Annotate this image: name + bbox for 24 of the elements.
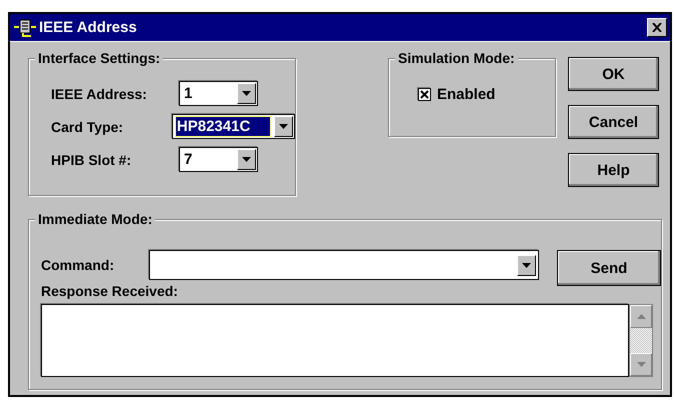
dialog-button[interactable]: Cancel xyxy=(568,105,659,139)
dropdown-field[interactable]: 7 xyxy=(179,147,258,172)
command-label: Command: xyxy=(41,257,116,273)
response-label: Response Received: xyxy=(41,282,179,300)
window-title: IEEE Address xyxy=(39,19,138,36)
group-title: Immediate Mode: xyxy=(35,211,156,227)
send-button[interactable]: Send xyxy=(557,250,661,286)
group-title: Interface Settings: xyxy=(35,50,164,66)
field-label: HPIB Slot #: xyxy=(51,152,132,168)
dropdown-field[interactable]: HP82341C xyxy=(172,114,295,139)
close-button[interactable] xyxy=(647,18,667,37)
group-title: Simulation Mode: xyxy=(395,50,518,66)
enabled-checkbox[interactable]: Enabled xyxy=(418,86,496,103)
command-field[interactable] xyxy=(149,250,539,280)
dialog-button[interactable]: Help xyxy=(568,153,659,187)
response-text-area[interactable] xyxy=(41,304,629,377)
x-mark-icon xyxy=(420,90,429,99)
field-label: IEEE Address: xyxy=(51,86,148,102)
field-label: Card Type: xyxy=(51,118,124,134)
dropdown-field[interactable]: 1 xyxy=(179,81,258,106)
scroll-bar[interactable] xyxy=(629,304,653,377)
close-icon[interactable] xyxy=(652,23,662,32)
dialog-button[interactable]: OK xyxy=(568,57,659,91)
connector-icon xyxy=(14,18,36,38)
